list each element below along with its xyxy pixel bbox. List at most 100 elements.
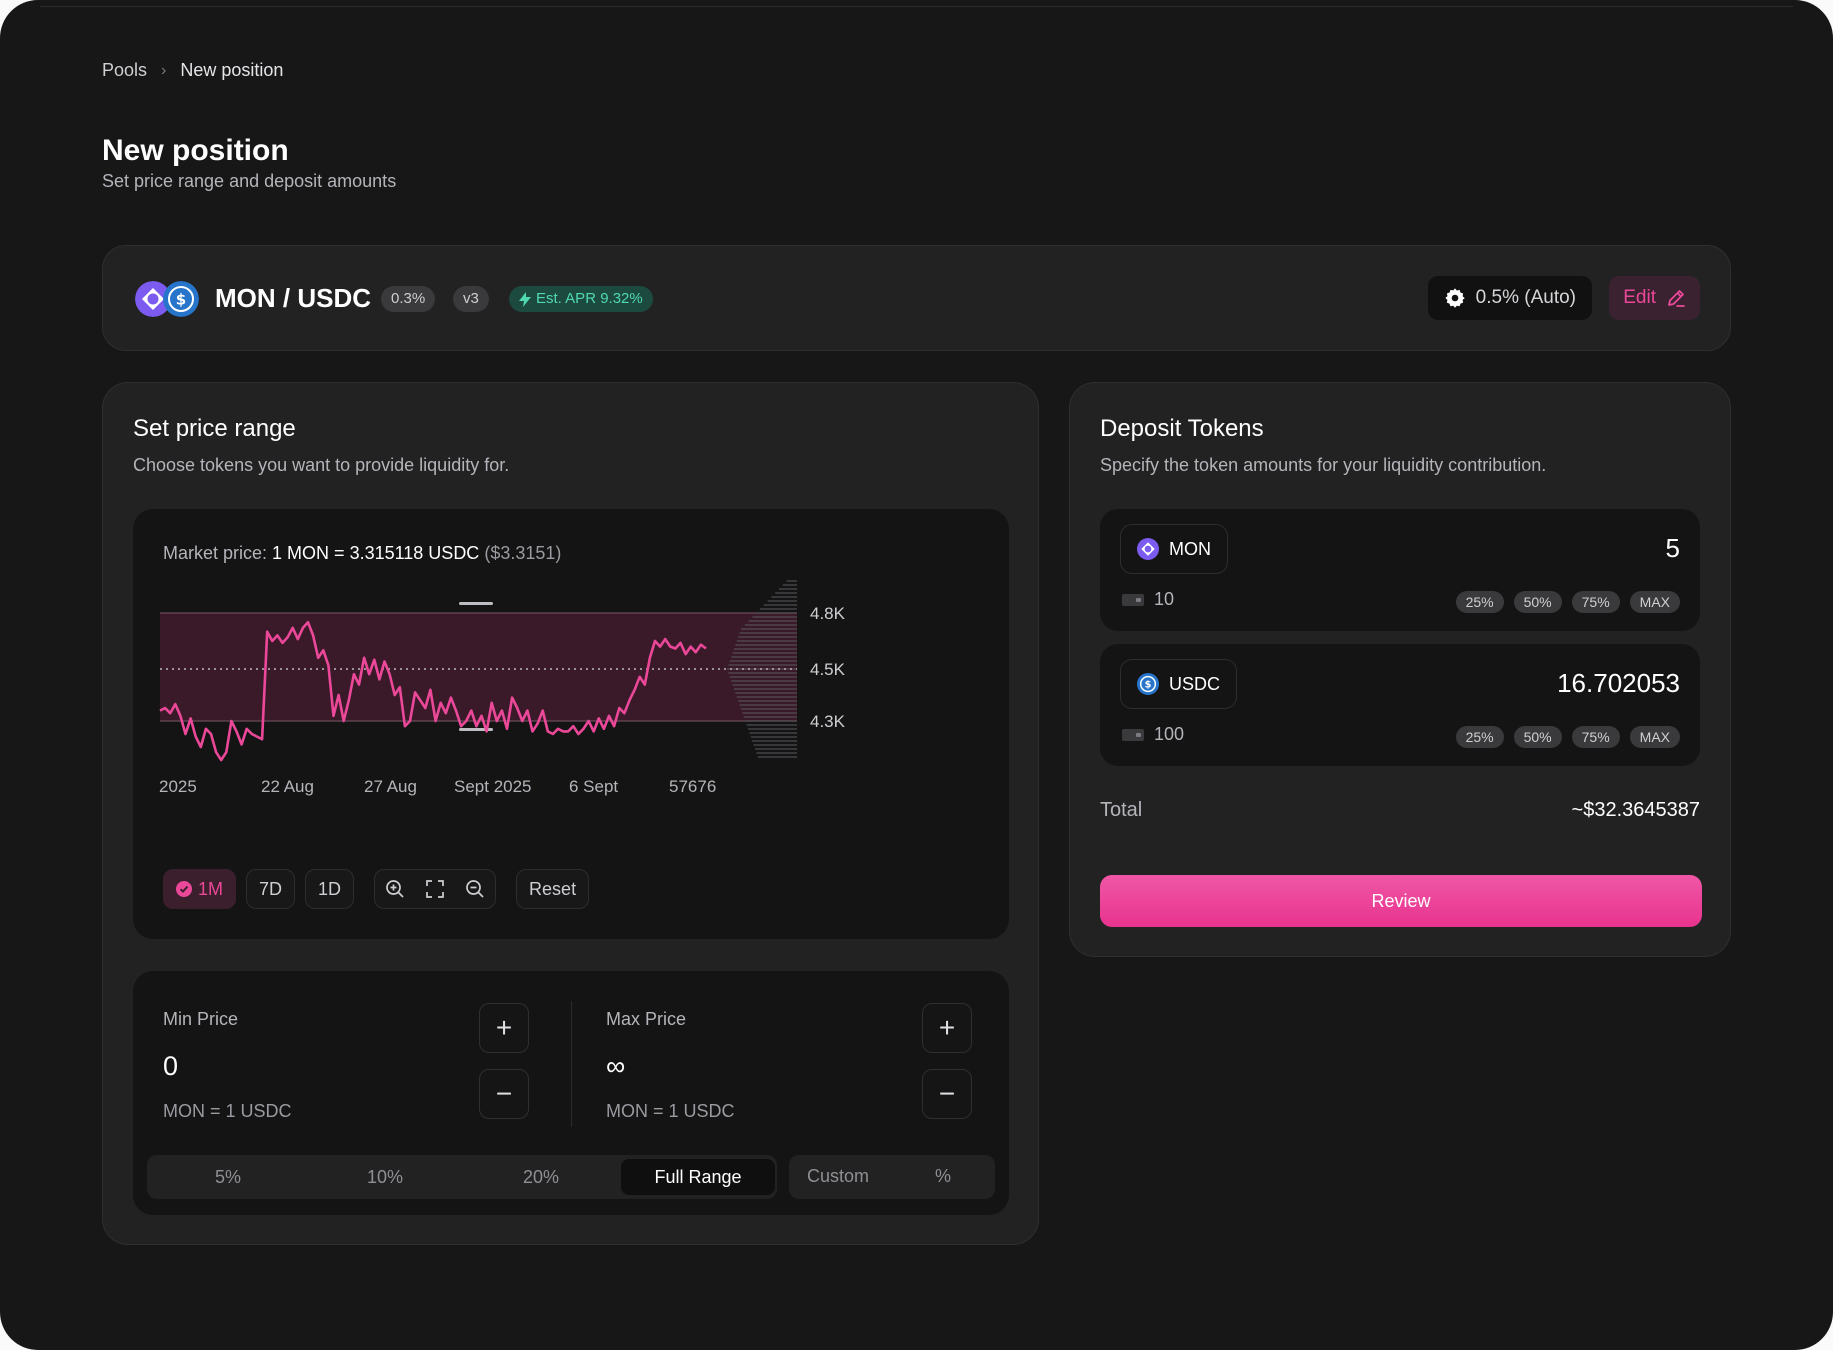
min-price-value[interactable]: 0 [163, 1051, 178, 1082]
mon-percent-buttons: 25% 50% 75% MAX [1455, 591, 1680, 613]
deposit-row-mon: MON 5 10 25% 50% 75% MAX [1100, 509, 1700, 631]
custom-range-placeholder: Custom [807, 1166, 870, 1186]
pair-name: MON / USDC [215, 283, 371, 313]
min-price-label: Min Price [163, 1009, 239, 1029]
range-presets: 5% 10% 20% Full Range [147, 1155, 777, 1199]
fit-view-button[interactable] [415, 870, 455, 908]
x-axis-tick-label: 57676 [669, 777, 716, 796]
deposit-row-usdc: $ USDC 16.702053 100 25% 50% 75% MAX [1100, 644, 1700, 766]
zoom-out-icon [466, 880, 484, 898]
usdc-token-symbol: USDC [1169, 673, 1221, 694]
preset-10-button[interactable]: 10% [308, 1159, 462, 1195]
mon-token-selector[interactable]: MON [1120, 524, 1228, 574]
usdc-token-icon: $ [1137, 673, 1159, 695]
mon-balance-value: 10 [1154, 589, 1175, 609]
svg-text:$: $ [176, 291, 186, 309]
usdc-balance: 100 [1122, 724, 1184, 745]
price-range-card: Set price range Choose tokens you want t… [102, 382, 1039, 1245]
usdc-token-selector[interactable]: $ USDC [1120, 659, 1238, 709]
chart-controls: 1M 7D 1D Reset [163, 869, 590, 909]
timeframe-7d-button[interactable]: 7D [246, 869, 296, 909]
x-axis-tick-label: 6 Sept [569, 777, 618, 796]
max-price-label: Max Price [606, 1009, 687, 1029]
slippage-settings-button[interactable]: 0.5% (Auto) [1427, 276, 1592, 320]
max-price-value[interactable]: ∞ [606, 1051, 625, 1082]
fee-tier-badge: 0.3% [381, 286, 436, 312]
min-price-decrease-button[interactable]: − [479, 1069, 529, 1119]
apr-label: Est. APR 9.32% [536, 290, 643, 307]
edit-pair-button[interactable]: Edit [1609, 276, 1700, 320]
zoom-out-button[interactable] [455, 870, 495, 908]
y-axis-tick-label: 4.3K [810, 712, 846, 731]
usdc-25-button[interactable]: 25% [1455, 726, 1504, 748]
chevron-right-icon: › [161, 61, 167, 79]
edit-label: Edit [1623, 287, 1656, 308]
selected-range-band [160, 613, 797, 721]
max-price-unit: MON = 1 USDC [606, 1101, 735, 1121]
plus-icon: + [495, 1012, 513, 1043]
mon-50-button[interactable]: 50% [1513, 591, 1562, 613]
breadcrumb-pools-link[interactable]: Pools [102, 60, 147, 81]
max-price-decrease-button[interactable]: − [922, 1069, 972, 1119]
review-button[interactable]: Review [1100, 875, 1702, 927]
mon-75-button[interactable]: 75% [1571, 591, 1620, 613]
total-label: Total [1100, 799, 1143, 821]
plus-icon: + [938, 1012, 956, 1043]
mon-25-button[interactable]: 25% [1455, 591, 1504, 613]
timeframe-1m-label: 1M [198, 878, 224, 899]
reset-chart-button[interactable]: Reset [516, 869, 590, 909]
zoom-controls [374, 869, 497, 909]
slippage-label: 0.5% (Auto) [1475, 287, 1576, 308]
window-border [40, 6, 1793, 7]
page-title: New position [102, 134, 289, 167]
app-window: Pools › New position New position Set pr… [0, 0, 1833, 1350]
price-divider [571, 1001, 572, 1127]
x-axis-tick-label: 27 Aug [364, 777, 417, 796]
preset-20-button[interactable]: 20% [464, 1159, 618, 1195]
expand-icon [426, 880, 444, 898]
mon-token-symbol: MON [1169, 538, 1211, 559]
preset-5-button[interactable]: 5% [151, 1159, 305, 1195]
check-circle-icon [176, 881, 192, 897]
usdc-token-icon: $ [163, 281, 199, 317]
usdc-amount-input[interactable]: 16.702053 [1557, 668, 1680, 699]
price-range-title: Set price range [133, 415, 296, 442]
mon-amount-input[interactable]: 5 [1666, 533, 1680, 564]
range-upper-handle [459, 602, 493, 605]
apr-badge: Est. APR 9.32% [509, 286, 653, 312]
pencil-icon [1668, 290, 1685, 307]
min-price-field: Min Price 0 MON = 1 USDC [163, 971, 583, 1151]
mon-token-icon [1137, 538, 1159, 560]
mon-max-button[interactable]: MAX [1629, 591, 1680, 613]
minus-icon: − [495, 1078, 513, 1109]
version-badge: v3 [453, 286, 489, 312]
price-range-subtitle: Choose tokens you want to provide liquid… [133, 455, 510, 475]
wallet-icon [1122, 593, 1144, 606]
page-subtitle: Set price range and deposit amounts [102, 171, 397, 191]
zoom-in-icon [386, 880, 404, 898]
mon-balance: 10 [1122, 589, 1174, 610]
pair-token-icons: $ [135, 279, 201, 319]
y-axis-tick-label: 4.8K [810, 604, 846, 623]
min-price-unit: MON = 1 USDC [163, 1101, 292, 1121]
max-price-increase-button[interactable]: + [922, 1003, 972, 1053]
price-chart[interactable]: 4.8K 4.5K 4.3K 2025 22 Aug 27 Aug Sept 2025 6 S… [133, 509, 1009, 859]
zoom-in-button[interactable] [375, 870, 415, 908]
max-price-field: Max Price ∞ MON = 1 USDC [606, 971, 1026, 1151]
usdc-percent-buttons: 25% 50% 75% MAX [1455, 726, 1680, 748]
usdc-75-button[interactable]: 75% [1571, 726, 1620, 748]
timeframe-1m-button[interactable]: 1M [163, 869, 237, 909]
deposit-title: Deposit Tokens [1100, 415, 1264, 442]
custom-range-input[interactable]: Custom % [789, 1155, 995, 1199]
lightning-icon [519, 291, 531, 307]
deposit-subtitle: Specify the token amounts for your liqui… [1100, 455, 1547, 475]
preset-full-range-button[interactable]: Full Range [621, 1159, 775, 1195]
svg-text:$: $ [1145, 680, 1152, 691]
min-price-increase-button[interactable]: + [479, 1003, 529, 1053]
usdc-50-button[interactable]: 50% [1513, 726, 1562, 748]
usdc-balance-value: 100 [1154, 724, 1185, 744]
timeframe-1d-button[interactable]: 1D [305, 869, 355, 909]
breadcrumb-current: New position [180, 60, 284, 80]
y-axis-tick-label: 4.5K [810, 660, 846, 679]
usdc-max-button[interactable]: MAX [1629, 726, 1680, 748]
